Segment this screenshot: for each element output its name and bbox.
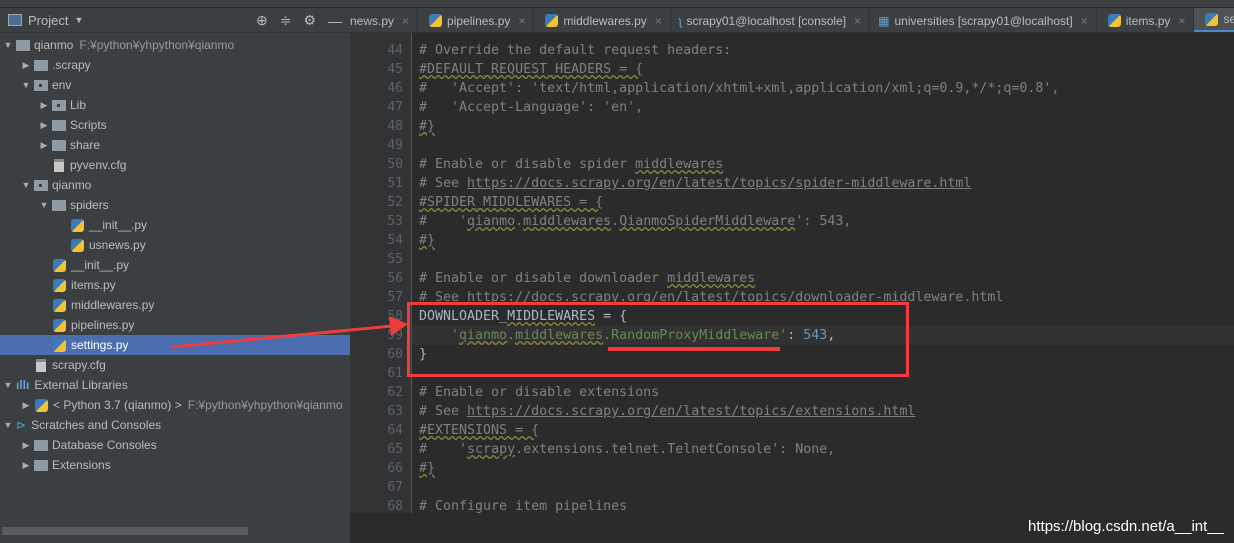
watermark: https://blog.csdn.net/a__int__ — [1028, 518, 1224, 535]
annotation-arrow — [171, 316, 408, 349]
